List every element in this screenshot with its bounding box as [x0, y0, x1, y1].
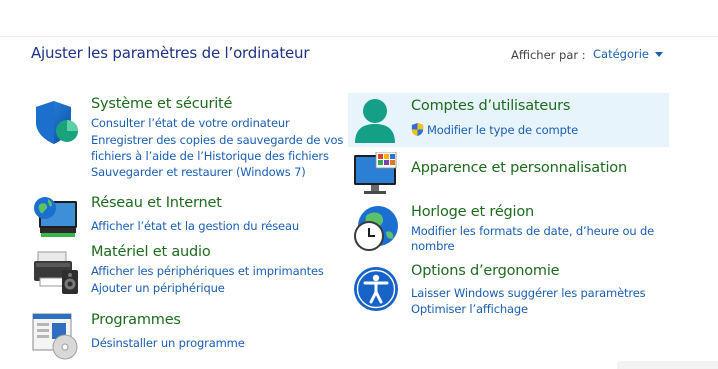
top-band — [0, 0, 718, 37]
category-title-network[interactable]: Réseau et Internet — [91, 195, 222, 211]
category-title-programs[interactable]: Programmes — [91, 312, 181, 328]
clock-globe-icon — [354, 206, 398, 251]
category-title-ease-of-access[interactable]: Options d’ergonomie — [411, 263, 560, 279]
link-check-status[interactable]: Consulter l’état de votre ordinateur — [91, 115, 290, 131]
category-title-hardware[interactable]: Matériel et audio — [91, 244, 211, 260]
link-change-account-type[interactable]: Modifier le type de compte — [427, 122, 578, 138]
link-optimize-display[interactable]: Optimiser l’affichage — [411, 301, 528, 317]
link-windows-suggest-settings[interactable]: Laisser Windows suggérer les paramètres — [411, 285, 646, 301]
programs-disc-icon — [32, 313, 78, 360]
link-change-formats-2[interactable]: nombre — [411, 238, 455, 254]
link-network-status[interactable]: Afficher l’état et la gestion du réseau — [91, 218, 299, 234]
view-by-value[interactable]: Catégorie — [593, 47, 649, 61]
shield-icon — [36, 101, 78, 144]
network-globe-icon — [34, 197, 77, 237]
link-change-formats-1[interactable]: Modifier les formats de date, d’heure ou… — [411, 223, 654, 239]
monitor-palette-icon — [354, 152, 397, 194]
scroll-corner — [617, 361, 718, 369]
link-uninstall-program[interactable]: Désinstaller un programme — [91, 335, 245, 351]
category-title-system-security[interactable]: Système et sécurité — [91, 96, 232, 112]
accessibility-icon — [354, 267, 398, 311]
page-title: Ajuster les paramètres de l’ordinateur — [31, 44, 310, 62]
link-devices-printers[interactable]: Afficher les périphériques et imprimante… — [91, 263, 324, 279]
user-accounts-icon — [355, 99, 395, 143]
view-by-label: Afficher par : — [511, 48, 586, 62]
link-add-device[interactable]: Ajouter un périphérique — [91, 280, 225, 296]
category-title-clock-region[interactable]: Horloge et région — [411, 204, 534, 220]
printer-speaker-icon — [34, 251, 78, 294]
view-by-dropdown[interactable]: Catégorie — [593, 47, 663, 61]
chevron-down-icon[interactable] — [655, 52, 663, 57]
link-file-history-1[interactable]: Enregistrer des copies de sauvegarde de … — [91, 132, 343, 148]
uac-shield-icon — [411, 122, 424, 137]
category-title-user-accounts[interactable]: Comptes d’utilisateurs — [411, 98, 570, 114]
link-file-history-2[interactable]: fichiers à l’aide de l’Historique des fi… — [91, 148, 329, 164]
category-title-appearance[interactable]: Apparence et personnalisation — [411, 160, 627, 176]
link-backup-restore[interactable]: Sauvegarder et restaurer (Windows 7) — [91, 164, 306, 180]
